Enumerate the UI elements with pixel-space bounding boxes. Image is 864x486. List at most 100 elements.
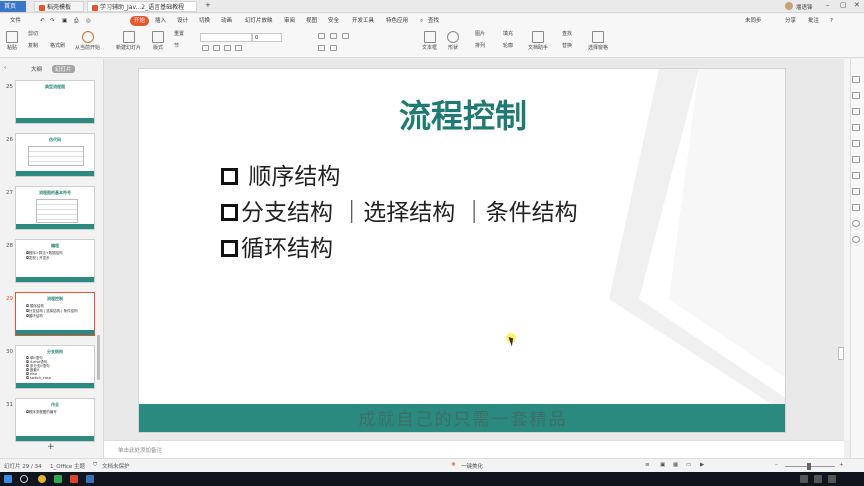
maximize-icon[interactable]: ▢ xyxy=(840,1,847,9)
layout-button[interactable]: 版式 xyxy=(152,31,164,51)
align-right-icon[interactable] xyxy=(342,33,349,39)
sorter-view-icon[interactable]: ▦ xyxy=(673,462,678,468)
line-spacing-icon[interactable] xyxy=(318,45,325,51)
menu-design[interactable]: 设计 xyxy=(177,16,188,26)
style-icon[interactable] xyxy=(852,108,860,115)
format-icon[interactable] xyxy=(852,124,860,131)
tab-home[interactable]: 首页 xyxy=(0,1,26,12)
replace-button[interactable]: 替换 xyxy=(562,42,572,49)
tray-icon[interactable] xyxy=(814,475,822,483)
underline-icon[interactable] xyxy=(224,45,231,51)
slide-thumbnail[interactable]: 典型流程图 xyxy=(15,80,95,124)
menu-insert[interactable]: 插入 xyxy=(155,16,166,26)
arrange-button[interactable]: 排列 xyxy=(475,42,485,49)
close-icon[interactable]: ✕ xyxy=(854,1,860,9)
bullets-icon[interactable] xyxy=(330,45,337,51)
animation-icon[interactable] xyxy=(852,92,860,99)
wps-icon[interactable] xyxy=(70,475,78,483)
menu-animation[interactable]: 动画 xyxy=(221,16,232,26)
format-painter-button[interactable]: 格式刷 xyxy=(50,42,65,49)
slide-thumbnail[interactable]: 编程 ◘程序=算法+数据结构 ◘发现 | 开发步 xyxy=(15,239,95,283)
bold-icon[interactable] xyxy=(202,45,209,51)
slide-thumbnail[interactable]: 伪代码 xyxy=(15,133,95,177)
font-size-select[interactable]: 0 xyxy=(252,33,282,42)
paste-button[interactable]: 粘贴 xyxy=(6,31,18,51)
transform-icon[interactable] xyxy=(852,140,860,147)
record-icon[interactable] xyxy=(852,236,860,243)
tab-document[interactable]: 学习辅助_Jav...2_语言基础教程 xyxy=(87,1,197,12)
tray-icon[interactable] xyxy=(800,475,808,483)
strikethrough-icon[interactable] xyxy=(235,45,242,51)
menu-security[interactable]: 安全 xyxy=(328,16,339,26)
menu-view[interactable]: 视图 xyxy=(306,16,317,26)
menu-transition[interactable]: 切换 xyxy=(199,16,210,26)
image-icon[interactable] xyxy=(852,172,860,179)
save-icon[interactable]: ▣ xyxy=(62,16,67,26)
outline-button[interactable]: 轮廓 xyxy=(503,42,513,49)
protect-status[interactable]: 文档未保护 xyxy=(102,462,130,470)
slide-thumbnail[interactable]: 分支结构 ◘ 单if语句 ◘ if-else语句 ◘ 多分支if语句 ◘ 嵌套i… xyxy=(15,345,95,389)
redo-icon[interactable]: ↷ xyxy=(50,16,55,26)
collapse-panel-icon[interactable]: ‹ xyxy=(4,65,6,71)
picture-button[interactable]: 图片 xyxy=(475,30,485,37)
add-slide-button[interactable]: + xyxy=(47,442,55,452)
section-button[interactable]: 节 xyxy=(174,42,179,49)
slide[interactable]: 流程控制 顺序结构 分支结构 ｜选择结构 ｜条件结构 循环结构 成就自己的只需一… xyxy=(138,68,786,433)
help-icon[interactable]: ? xyxy=(830,16,833,26)
preview-icon[interactable]: ◎ xyxy=(86,16,91,26)
user-avatar[interactable] xyxy=(785,2,793,10)
wechat-icon[interactable] xyxy=(54,475,62,483)
bullet-item[interactable]: 分支结构 ｜选择结构 ｜条件结构 xyxy=(221,193,578,227)
reading-view-icon[interactable]: ▭ xyxy=(686,462,691,468)
italic-icon[interactable] xyxy=(213,45,220,51)
minimize-icon[interactable]: – xyxy=(826,1,830,9)
align-center-icon[interactable] xyxy=(330,33,337,39)
app-icon[interactable] xyxy=(86,475,94,483)
zoom-thumb[interactable] xyxy=(807,463,811,470)
bullet-item[interactable]: 顺序结构 xyxy=(221,157,340,191)
select-pane-button[interactable]: 选择窗格 xyxy=(588,31,608,51)
slideshow-icon[interactable]: ▶ xyxy=(700,462,704,468)
tray-icon[interactable] xyxy=(828,475,836,483)
zoom-out-icon[interactable]: – xyxy=(775,462,778,468)
search-icon[interactable]: ⌕ xyxy=(420,16,423,26)
slide-thumbnail[interactable]: 流程图的基本符号 xyxy=(15,186,95,230)
menu-find[interactable]: 查找 xyxy=(428,16,439,26)
menu-file[interactable]: 文件 xyxy=(10,16,21,26)
notes-area[interactable]: 单击此处添加备注 xyxy=(104,440,844,458)
slides-panel-scrollbar[interactable] xyxy=(97,335,100,380)
menu-devtools[interactable]: 开发工具 xyxy=(352,16,374,26)
from-current-button[interactable]: 从当前开始 xyxy=(75,31,100,51)
tab-template[interactable]: 稻壳模板 xyxy=(34,1,84,12)
sync-status[interactable]: 未同步 xyxy=(745,16,762,26)
shape-props-icon[interactable] xyxy=(852,156,860,163)
bullet-item[interactable]: 循环结构 xyxy=(221,229,333,263)
slide-title[interactable]: 流程控制 xyxy=(139,91,785,137)
new-tab-icon[interactable]: + xyxy=(205,1,211,9)
text-tools-button[interactable]: 文档助手 xyxy=(528,31,548,51)
slide-thumbnail-selected[interactable]: 流程控制 ◘ 顺序结构 ◘分支结构 | 选择结构 | 条件结构 ◘循环结构 xyxy=(15,292,95,336)
table-icon[interactable] xyxy=(852,204,860,211)
chrome-icon[interactable] xyxy=(38,475,46,483)
zoom-in-icon[interactable]: + xyxy=(839,462,844,468)
menu-features[interactable]: 特色应用 xyxy=(386,16,408,26)
tab-slides[interactable]: 幻灯片 xyxy=(52,65,75,73)
shape-button[interactable]: 形状 xyxy=(447,31,459,51)
copy-button[interactable]: 复制 xyxy=(28,42,38,49)
menu-review[interactable]: 审阅 xyxy=(284,16,295,26)
normal-view-icon[interactable]: ▣ xyxy=(660,462,665,468)
beautify-button[interactable]: 一键美化 xyxy=(461,462,483,470)
notes-toggle-icon[interactable]: ≡ xyxy=(645,462,650,468)
reset-button[interactable]: 重置 xyxy=(174,30,184,37)
font-family-select[interactable] xyxy=(200,33,252,42)
canvas-scroll-thumb[interactable] xyxy=(838,347,844,360)
tab-outline[interactable]: 大纲 xyxy=(31,65,42,73)
object-props-icon[interactable] xyxy=(852,76,860,83)
find-button[interactable]: 查找 xyxy=(562,30,572,37)
fill-button[interactable]: 填充 xyxy=(503,30,513,37)
cut-button[interactable]: 剪切 xyxy=(28,30,38,37)
comment-button[interactable]: 批注 xyxy=(808,16,819,26)
windows-start-icon[interactable] xyxy=(4,475,12,483)
slide-thumbnail[interactable]: 作业 ◘程序流程图的编写 xyxy=(15,398,95,442)
new-slide-button[interactable]: 新建幻灯片 xyxy=(116,31,141,51)
